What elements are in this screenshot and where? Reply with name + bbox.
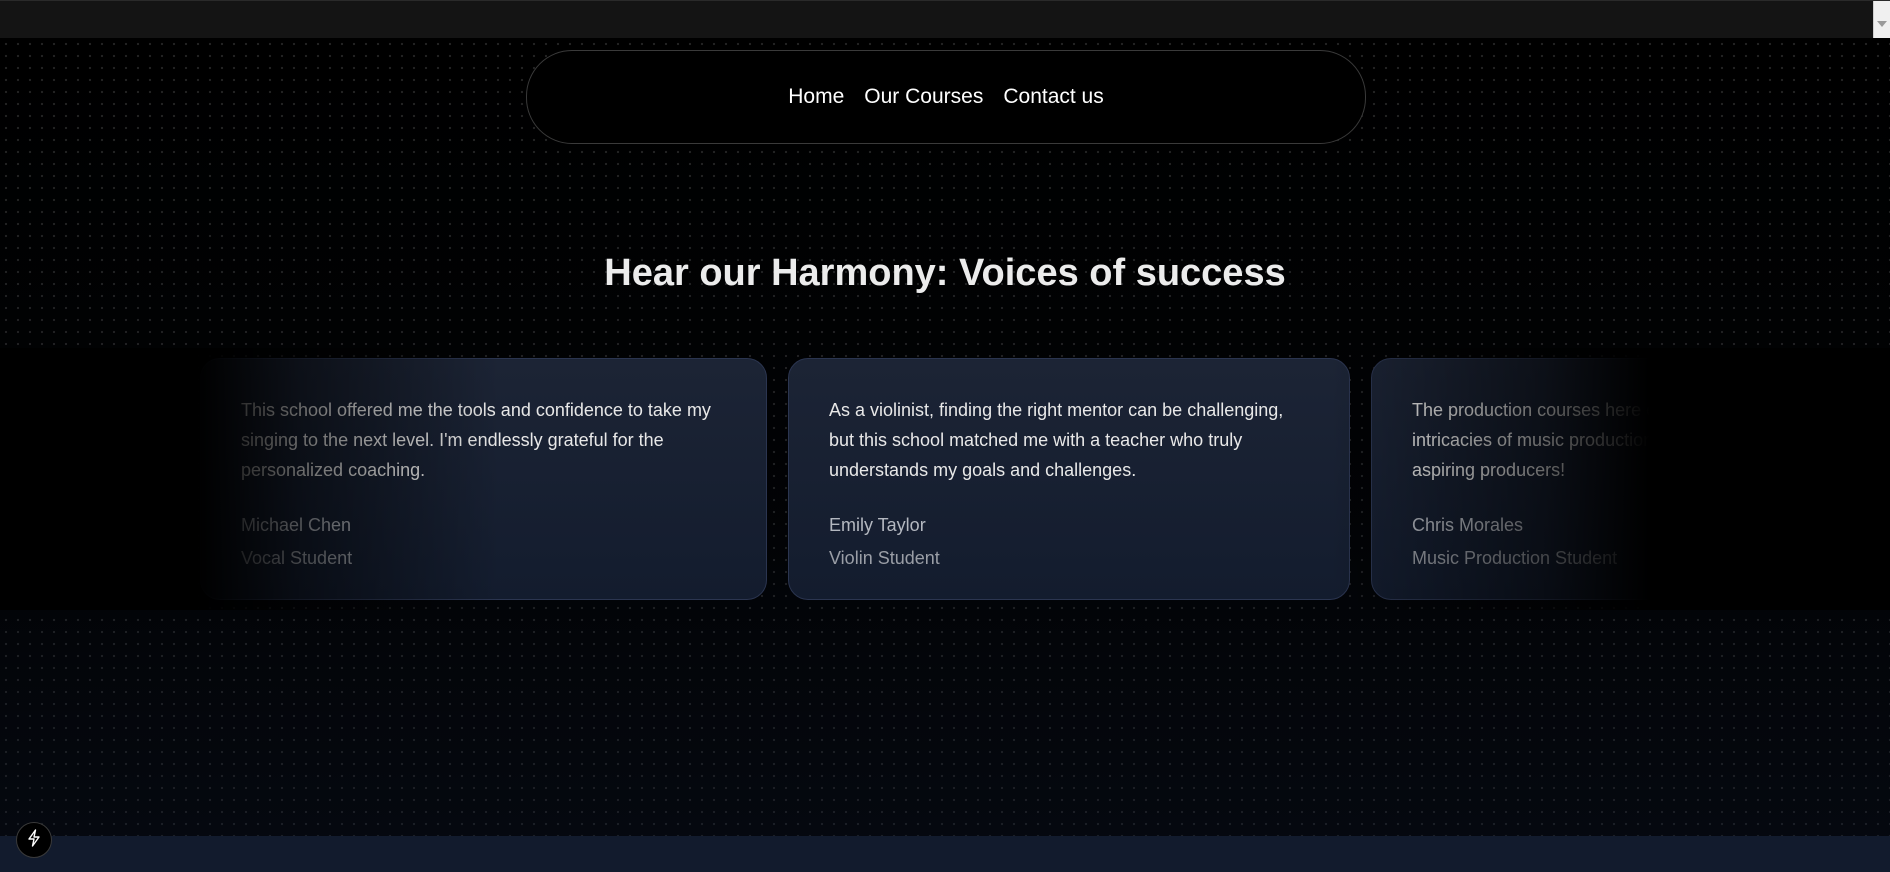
testimonial-role: Violin Student xyxy=(829,548,940,568)
testimonial-quote: The production courses here opened my ey… xyxy=(1412,400,1840,480)
browser-top-bar xyxy=(0,0,1890,39)
testimonial-quote: As a violinist, finding the right mentor… xyxy=(829,400,1284,480)
testimonials-carousel: This school offered me the tools and con… xyxy=(0,348,1890,610)
testimonial-card: This school offered me the tools and con… xyxy=(200,358,767,600)
dev-tools-badge[interactable] xyxy=(16,822,52,858)
nav-link-our-courses[interactable]: Our Courses xyxy=(864,85,983,109)
nav-link-home[interactable]: Home xyxy=(788,85,844,109)
testimonial-role: Vocal Student xyxy=(241,548,353,568)
testimonial-author: Michael Chen xyxy=(241,515,352,535)
footer-band xyxy=(0,836,1890,872)
lightning-icon xyxy=(26,828,42,852)
scroll-down-arrow-icon[interactable] xyxy=(1877,21,1887,27)
testimonial-card: As a violinist, finding the right mentor… xyxy=(788,358,1350,600)
nav-link-contact-us[interactable]: Contact us xyxy=(1003,85,1103,109)
scrollbar[interactable] xyxy=(1873,1,1890,39)
page: Home Our Courses Contact us Hear our Har… xyxy=(0,38,1890,836)
testimonial-author: Emily Taylor xyxy=(829,515,926,535)
navbar: Home Our Courses Contact us xyxy=(526,50,1366,144)
testimonial-role: Music Production Student xyxy=(1412,548,1618,568)
testimonial-quote: This school offered me the tools and con… xyxy=(241,400,711,480)
section-heading: Hear our Harmony: Voices of success xyxy=(604,252,1286,294)
testimonial-author: Chris Morales xyxy=(1412,515,1524,535)
testimonial-card: The production courses here opened my ey… xyxy=(1371,358,1890,600)
